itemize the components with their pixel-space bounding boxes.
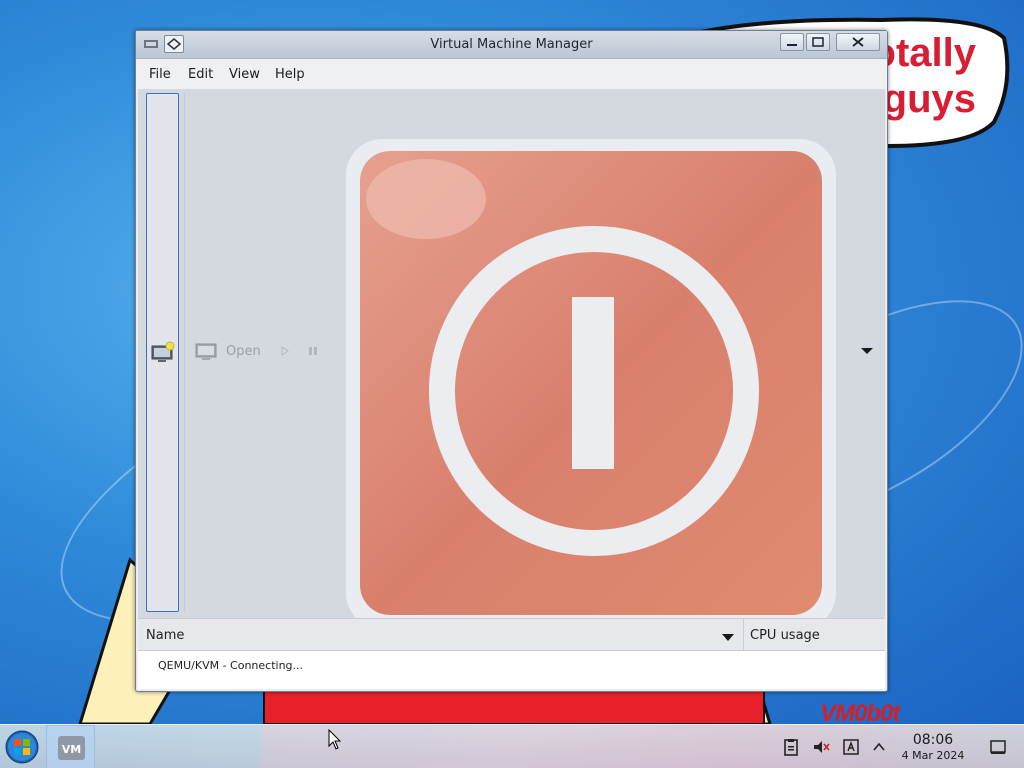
maximize-button[interactable]: [806, 33, 830, 51]
start-button[interactable]: [4, 728, 40, 766]
vm-list: QEMU/KVM - Connecting...: [138, 651, 885, 689]
vm-list-header: Name CPU usage: [138, 618, 885, 651]
show-desktop-icon[interactable]: [989, 738, 1007, 756]
play-icon: [281, 346, 289, 356]
mouse-cursor-icon: [328, 729, 342, 750]
toolbar-separator: [184, 93, 185, 612]
open-button[interactable]: Open: [192, 341, 272, 363]
column-header-cpu-usage[interactable]: CPU usage: [750, 628, 820, 643]
menu-file[interactable]: File: [149, 67, 171, 82]
vmm-app-icon-label: VM: [62, 743, 81, 756]
main-content: Open: [138, 89, 885, 689]
connection-name: QEMU/KVM - Connecting...: [158, 659, 304, 672]
chevron-up-icon[interactable]: [870, 738, 888, 756]
column-divider[interactable]: [743, 619, 744, 651]
column-header-name[interactable]: Name: [146, 628, 184, 643]
vmm-window: Virtual Machine Manager File Edit View H…: [135, 30, 888, 692]
close-button[interactable]: [836, 33, 880, 51]
toolbar-side-panel: [146, 93, 179, 612]
taskbar-app-virtual-machine-manager[interactable]: VM: [46, 725, 95, 768]
power-error-icon: [346, 139, 836, 629]
window-title: Virtual Machine Manager: [430, 37, 593, 52]
clipboard-icon[interactable]: [782, 738, 800, 756]
pause-button[interactable]: [306, 343, 320, 359]
window-titlebar[interactable]: Virtual Machine Manager: [136, 31, 887, 59]
menu-edit[interactable]: Edit: [188, 67, 213, 82]
open-label: Open: [226, 344, 261, 359]
run-button[interactable]: [278, 343, 292, 359]
menu-help[interactable]: Help: [275, 67, 305, 82]
pause-icon: [309, 347, 317, 355]
toolbar-overflow-button[interactable]: [856, 341, 878, 361]
keyboard-layout-icon[interactable]: [842, 738, 860, 756]
chevron-down-icon: [861, 348, 873, 354]
vmm-app-icon: VM: [58, 736, 85, 760]
wallpaper-signature: VM0b0t: [820, 700, 900, 724]
minimize-button[interactable]: [780, 33, 804, 51]
list-item[interactable]: QEMU/KVM - Connecting...: [138, 651, 885, 679]
clock-date[interactable]: 4 Mar 2024: [893, 749, 973, 762]
new-vm-icon: [151, 341, 175, 362]
chevron-down-icon: [722, 634, 734, 641]
volume-muted-icon[interactable]: [812, 738, 830, 756]
clock-time[interactable]: 08:06: [898, 732, 968, 748]
menu-bar: File Edit View Help: [136, 59, 887, 89]
menu-view[interactable]: View: [229, 67, 260, 82]
start-orb-icon: [5, 730, 39, 764]
taskbar: VM 08:06 4 Mar 2024: [0, 724, 1024, 768]
monitor-icon: [195, 343, 217, 360]
new-vm-button[interactable]: [149, 340, 177, 366]
column-sort-button[interactable]: [721, 629, 735, 641]
